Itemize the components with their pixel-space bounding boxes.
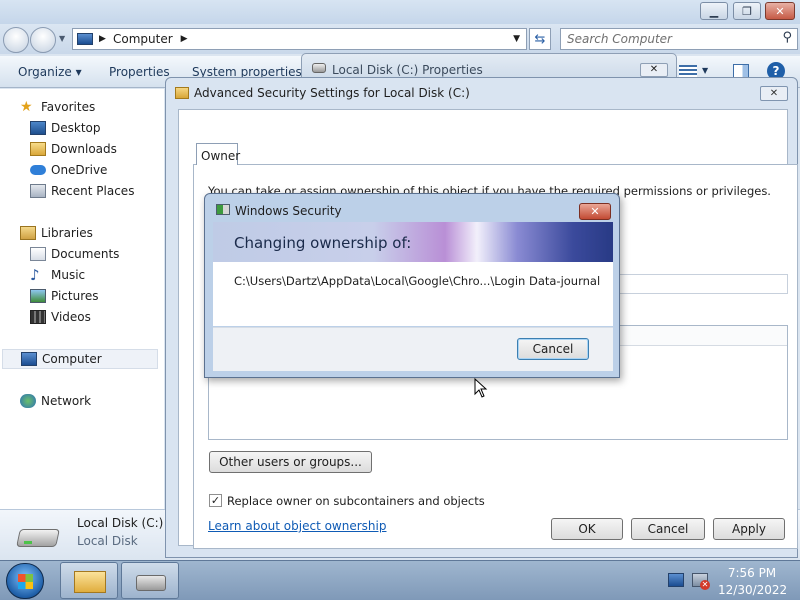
start-button[interactable]: [6, 563, 44, 599]
cloud-icon: [30, 165, 46, 175]
film-strip-icon: [30, 310, 46, 324]
minimize-button[interactable]: ▁: [700, 2, 728, 20]
computer-icon: [77, 33, 93, 45]
sidebar-item-computer[interactable]: Computer: [2, 349, 158, 369]
refresh-icon[interactable]: ⇆: [529, 28, 551, 50]
recent-places-icon: [30, 184, 46, 198]
ok-button[interactable]: OK: [551, 518, 623, 540]
windows-security-cancel-button[interactable]: Cancel: [517, 338, 589, 360]
close-icon[interactable]: ✕: [760, 86, 788, 101]
explorer-titlebar: ▁ ❐ ✕: [0, 0, 800, 24]
network-globe-icon: [20, 394, 36, 408]
sidebar-item-label: OneDrive: [51, 163, 108, 177]
changing-ownership-heading: Changing ownership of:: [234, 234, 412, 252]
clock-date[interactable]: 12/30/2022: [718, 583, 787, 597]
windows-logo-icon: [18, 582, 33, 589]
properties-button[interactable]: Properties: [109, 65, 170, 79]
search-icon[interactable]: ⚲: [782, 30, 792, 45]
folder-icon: [74, 571, 106, 593]
sidebar-item-label: Computer: [42, 352, 102, 366]
address-bar[interactable]: ▶ Computer ▶ ▼: [72, 28, 527, 50]
selected-item-name: Local Disk (C:): [77, 516, 164, 530]
sidebar-item-label: Desktop: [51, 121, 101, 135]
view-options-icon[interactable]: [679, 65, 697, 77]
windows-security-titlebar: Windows Security ✕: [205, 194, 619, 222]
taskbar-drive-properties-button[interactable]: [121, 562, 179, 599]
sidebar-item-favorites[interactable]: ★ Favorites: [20, 97, 180, 117]
tab-owner[interactable]: Owner: [196, 143, 240, 165]
chevron-right-icon[interactable]: ▶: [99, 34, 106, 44]
properties-dialog: Local Disk (C:) Properties ✕: [301, 53, 677, 79]
documents-icon: [30, 247, 46, 261]
no-network-badge-icon: ✕: [700, 580, 710, 590]
address-crumb-computer[interactable]: Computer: [113, 32, 173, 46]
maximize-button[interactable]: ❐: [733, 2, 761, 20]
desktop-icon: [30, 121, 46, 135]
close-button[interactable]: ✕: [765, 2, 795, 20]
hard-drive-icon: [16, 521, 60, 551]
sidebar-item-network[interactable]: Network: [20, 391, 180, 411]
taskbar: ✕ 7:56 PM 12/30/2022: [0, 560, 800, 600]
properties-dialog-title: Local Disk (C:) Properties: [332, 63, 483, 77]
sidebar-item-label: Downloads: [51, 142, 117, 156]
pictures-icon: [30, 289, 46, 303]
cancel-button[interactable]: Cancel: [631, 518, 705, 540]
forward-button[interactable]: [30, 27, 56, 53]
windows-security-footer: Cancel: [213, 327, 613, 371]
close-icon[interactable]: ✕: [579, 203, 611, 220]
sidebar-item-label: Videos: [51, 310, 91, 324]
computer-icon: [21, 352, 37, 366]
close-icon[interactable]: ✕: [640, 63, 668, 77]
learn-ownership-link[interactable]: Learn about object ownership: [208, 519, 386, 533]
organize-button[interactable]: Organize ▾: [18, 65, 82, 79]
mouse-cursor-icon: [474, 378, 488, 398]
clock-time[interactable]: 7:56 PM: [722, 566, 782, 580]
sidebar-item-label: Recent Places: [51, 184, 135, 198]
windows-security-dialog: Windows Security ✕ Changing ownership of…: [204, 193, 620, 378]
view-dropdown-icon[interactable]: ▼: [702, 66, 708, 75]
sidebar-item-label: Favorites: [41, 100, 96, 114]
other-users-or-groups-button[interactable]: Other users or groups...: [209, 451, 372, 473]
selected-item-type: Local Disk: [77, 534, 138, 548]
windows-security-banner: Changing ownership of:: [213, 222, 613, 262]
back-button[interactable]: [3, 27, 29, 53]
preview-pane-icon[interactable]: [733, 64, 749, 78]
sidebar-item-libraries[interactable]: Libraries: [20, 223, 180, 243]
sidebar-item-label: Libraries: [41, 226, 93, 240]
advanced-security-titlebar: Advanced Security Settings for Local Dis…: [166, 78, 797, 106]
security-shield-icon: [216, 204, 230, 215]
downloads-folder-icon: [30, 142, 46, 156]
folder-icon: [175, 87, 189, 99]
music-note-icon: ♪: [30, 266, 40, 284]
taskbar-explorer-button[interactable]: [60, 562, 118, 599]
sidebar-item-label: Documents: [51, 247, 120, 261]
sidebar-item-label: Music: [51, 268, 86, 282]
action-center-icon[interactable]: [668, 573, 684, 587]
hard-drive-icon: [136, 575, 166, 591]
navigation-bar: ▼ ▶ Computer ▶ ▼ ⇆ Search Computer ⚲: [0, 24, 800, 54]
address-dropdown-icon[interactable]: ▼: [513, 34, 520, 44]
search-placeholder: Search Computer: [567, 32, 672, 46]
replace-owner-label: Replace owner on subcontainers and objec…: [227, 494, 485, 508]
navigation-pane: ★ Favorites Desktop Downloads OneDrive R…: [0, 89, 164, 509]
recent-pages-dropdown-icon[interactable]: ▼: [59, 34, 65, 43]
libraries-icon: [20, 226, 36, 240]
drive-icon: [312, 63, 326, 73]
windows-security-title: Windows Security: [235, 204, 342, 218]
sidebar-item-label: Pictures: [51, 289, 99, 303]
search-input[interactable]: Search Computer ⚲: [560, 28, 798, 50]
apply-button[interactable]: Apply: [713, 518, 785, 540]
windows-security-content: C:\Users\Dartz\AppData\Local\Google\Chro…: [213, 262, 613, 326]
star-icon: ★: [20, 99, 33, 115]
advanced-security-title: Advanced Security Settings for Local Dis…: [194, 86, 470, 100]
chevron-right-icon[interactable]: ▶: [181, 34, 188, 44]
ownership-path-text: C:\Users\Dartz\AppData\Local\Google\Chro…: [234, 274, 601, 288]
sidebar-item-label: Network: [41, 394, 92, 408]
replace-owner-checkbox[interactable]: ✓: [209, 494, 222, 507]
